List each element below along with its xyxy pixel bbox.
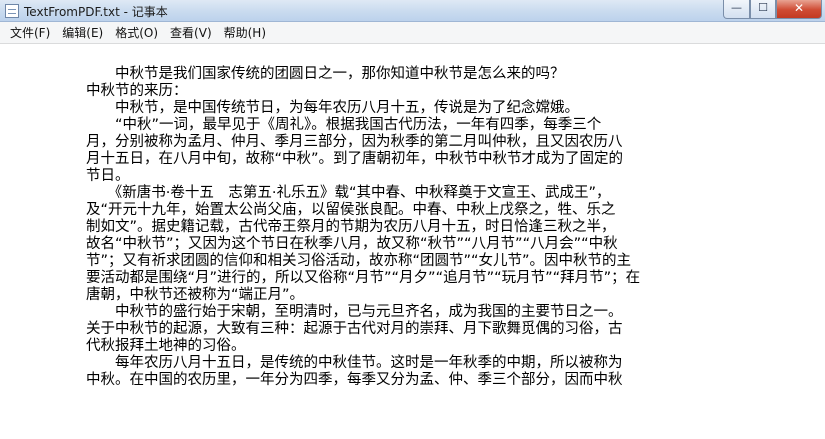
text-line: 节日。 [86,168,130,184]
maximize-button[interactable]: ☐ [750,0,776,19]
menu-view[interactable]: 查看(V) [164,23,218,43]
close-button[interactable]: ✕ [776,0,822,19]
text-line: 《新唐书·卷十五 志第五·礼乐五》载“其中春、中秋释奠于文宣王、武成王”， [86,185,611,201]
text-line: 中秋节的盛行始于宋朝，至明清时，已与元旦齐名，成为我国的主要节日之一。 [86,304,623,320]
text-line: 中秋节，是中国传统节日，为每年农历八月十五，传说是为了纪念嫦娥。 [86,100,579,116]
window-title: TextFromPDF.txt - 记事本 [24,5,168,19]
text-line: 月，分别被称为孟月、仲月、季月三部分，因为秋季的第二月叫仲秋，且又因农历八 [86,134,623,150]
text-line: 故名“中秋节”；又因为这个节日在秋季八月，故又称“秋节”“八月节”“八月会”“中… [86,236,618,252]
text-line: 每年农历八月十五日，是传统的中秋佳节。这时是一年秋季的中期，所以被称为 [86,355,623,371]
text-line: 唐朝，中秋节还被称为“端正月”。 [86,287,305,303]
menu-help[interactable]: 帮助(H) [218,23,272,43]
text-line: 中秋节的来历： [86,83,188,99]
title-bar[interactable]: TextFromPDF.txt - 记事本 — ☐ ✕ [0,0,825,22]
text-line: “中秋”一词，最早见于《周礼》。根据我国古代历法，一年有四季，每季三个 [86,117,602,133]
menu-file[interactable]: 文件(F) [4,23,56,43]
text-line: 月十五日，在八月中旬，故称“中秋”。到了唐朝初年，中秋节中秋节才成为了固定的 [86,151,624,167]
text-line: 代秋报拜土地神的习俗。 [86,338,246,354]
text-line: 及“开元十九年，始置太公尚父庙，以留侯张良配。中春、中秋上戊祭之，牲、乐之 [86,202,616,218]
minimize-button[interactable]: — [723,0,750,19]
menu-format[interactable]: 格式(O) [109,23,164,43]
text-line: 关于中秋节的起源，大致有三种：起源于古代对月的崇拜、月下歌舞觅偶的习俗，古 [86,321,623,337]
menu-bar: 文件(F) 编辑(E) 格式(O) 查看(V) 帮助(H) [0,22,825,44]
menu-edit[interactable]: 编辑(E) [56,23,109,43]
text-line: 中秋节是我们国家传统的团圆日之一，那你知道中秋节是怎么来的吗？ [86,66,565,82]
text-editor[interactable]: 中秋节是我们国家传统的团圆日之一，那你知道中秋节是怎么来的吗？ 中秋节的来历： … [0,45,825,439]
text-line: 节”；又有祈求团圆的信仰和相关习俗活动，故亦称“团圆节”“女儿节”。因中秋节的主 [86,253,632,269]
text-line: 要活动都是围绕“月”进行的，所以又俗称“月节”“月夕”“追月节”“玩月节”“拜月… [86,270,641,286]
notepad-icon [5,4,19,18]
text-line: 制如文”。据史籍记载，古代帝王祭月的节期为农历八月十五，时日恰逢三秋之半， [86,219,616,235]
text-line: 中秋。在中国的农历里，一年分为四季，每季又分为孟、仲、季三个部分，因而中秋 [86,372,623,388]
